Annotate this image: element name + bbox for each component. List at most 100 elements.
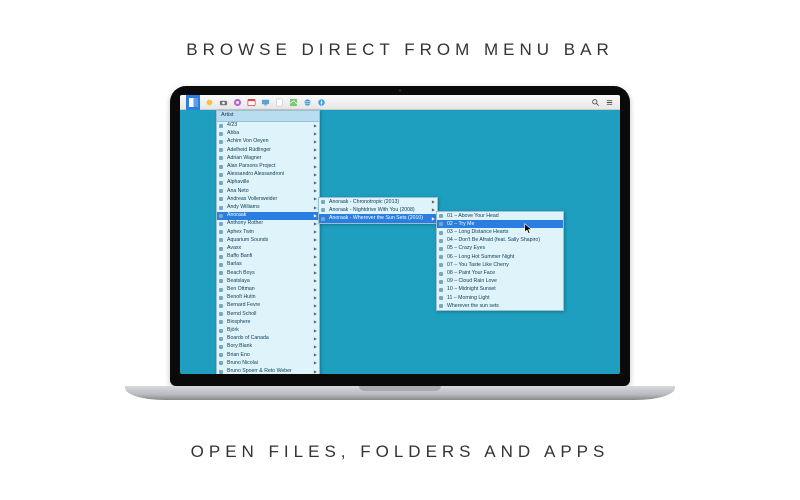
item-label: Biosphere — [227, 320, 250, 325]
folder-icon — [439, 280, 443, 284]
col1-item[interactable]: Avaxx▶ — [217, 245, 319, 253]
item-label: Barlas — [227, 262, 242, 267]
col1-item[interactable]: Aquarium Sounds▶ — [217, 236, 319, 244]
search-icon[interactable] — [590, 97, 600, 107]
col1-item[interactable]: Andreas Vollenweider▶ — [217, 195, 319, 203]
col1-item[interactable]: Alphaville▶ — [217, 179, 319, 187]
chevron-right-icon: ▶ — [432, 208, 435, 212]
col3-item[interactable]: 06 – Long Hot Summer Night — [437, 253, 563, 261]
col3-item[interactable]: 07 – You Taste Like Cherry — [437, 261, 563, 269]
folder-icon — [219, 361, 223, 365]
col1-item[interactable]: Ben Ottman▶ — [217, 286, 319, 294]
col1-item[interactable]: Achim Von Oeyen▶ — [217, 138, 319, 146]
col1-item[interactable]: Benoît Hutin▶ — [217, 294, 319, 302]
col1-item[interactable]: Baffo Banfi▶ — [217, 253, 319, 261]
notes-icon[interactable] — [274, 97, 284, 107]
col1-item[interactable]: Barlas▶ — [217, 261, 319, 269]
folder-icon — [219, 320, 223, 324]
col1-item[interactable]: Alessandro Alessandroni ▶ — [217, 171, 319, 179]
col1-item[interactable]: Aphex Twin▶ — [217, 228, 319, 236]
item-label: 07 – You Taste Like Cherry — [447, 263, 509, 268]
col2-item[interactable]: Anoraak - Nightdrive With You (2008)▶ — [319, 206, 437, 214]
folder-icon — [219, 238, 223, 242]
chevron-right-icon: ▶ — [314, 132, 317, 136]
item-label: Anoraak - Wherever the Sun Sets (2010) — [329, 216, 423, 221]
chevron-right-icon: ▶ — [314, 271, 317, 275]
camera-icon[interactable] — [218, 97, 228, 107]
col1-item[interactable]: Bory Blank▶ — [217, 343, 319, 351]
safari-icon[interactable] — [316, 97, 326, 107]
col1-item[interactable]: Andy Williams▶ — [217, 204, 319, 212]
calendar-icon[interactable] — [246, 97, 256, 107]
item-label: Alphaville — [227, 180, 249, 185]
col3-item[interactable]: 05 – Crazy Eyes — [437, 245, 563, 253]
col1-item[interactable]: Boards of Canada▶ — [217, 335, 319, 343]
folder-icon — [219, 353, 223, 357]
weather-icon[interactable] — [204, 97, 214, 107]
col1-item[interactable]: Beatslaya▶ — [217, 277, 319, 285]
chevron-right-icon: ▶ — [314, 173, 317, 177]
chevron-right-icon: ▶ — [314, 165, 317, 169]
column-album: Anoraak - Chronotropic (2013)▶Anoraak - … — [318, 197, 438, 224]
item-label: 01 – Above Your Head — [447, 214, 499, 219]
col1-item[interactable]: Adrian Wagner ▶ — [217, 154, 319, 162]
col1-item[interactable]: Abba ▶ — [217, 130, 319, 138]
chevron-right-icon: ▶ — [314, 140, 317, 144]
col1-item[interactable]: Bernard Fevre▶ — [217, 302, 319, 310]
folder-icon — [219, 279, 223, 283]
col1-item[interactable]: Anthony Rother▶ — [217, 220, 319, 228]
col1-item[interactable]: Bruno Nicolai▶ — [217, 359, 319, 367]
chevron-right-icon: ▶ — [314, 304, 317, 308]
col3-item[interactable]: 09 – Cloud Rain Love — [437, 278, 563, 286]
item-label: Alessandro Alessandroni — [227, 172, 284, 177]
folder-icon — [219, 189, 223, 193]
folder-icon — [219, 370, 223, 374]
chevron-right-icon: ▶ — [314, 156, 317, 160]
maps-icon[interactable] — [288, 97, 298, 107]
item-label: 09 – Cloud Rain Love — [447, 279, 497, 284]
col1-item[interactable]: Adelheid Rüdlinger▶ — [217, 146, 319, 154]
col1-item[interactable]: Brian Eno▶ — [217, 351, 319, 359]
col1-item[interactable]: Bernd Scholl▶ — [217, 310, 319, 318]
chevron-right-icon: ▶ — [314, 214, 317, 218]
col1-item[interactable]: Anoraak▶ — [217, 212, 319, 220]
col3-item[interactable]: 04 – Don't Be Afraid (feat. Sally Shapir… — [437, 237, 563, 245]
col1-item[interactable]: Björk▶ — [217, 327, 319, 335]
col3-item[interactable]: 01 – Above Your Head — [437, 212, 563, 220]
col1-item[interactable]: 4/23▶ — [217, 122, 319, 130]
col1-item[interactable]: Ana Neto▶ — [217, 187, 319, 195]
folder-icon — [439, 222, 443, 226]
itunes-icon[interactable] — [232, 97, 242, 107]
chevron-right-icon: ▶ — [314, 288, 317, 292]
folder-icon — [439, 263, 443, 267]
column-header: Artist — [217, 111, 319, 122]
globe-icon[interactable] — [302, 97, 312, 107]
col3-item[interactable]: 08 – Paint Your Face — [437, 269, 563, 277]
chevron-right-icon: ▶ — [314, 337, 317, 341]
chevron-right-icon: ▶ — [432, 217, 435, 221]
col2-item[interactable]: Anoraak - Wherever the Sun Sets (2010) ▶ — [319, 214, 437, 222]
laptop-bezel: Artist 4/23▶Abba▶Achim Von Oeyen▶Adelhei… — [170, 86, 630, 386]
col3-item[interactable]: 02 – Try Me — [437, 220, 563, 228]
item-label: Abba — [227, 131, 239, 136]
item-label: Beatslaya — [227, 279, 250, 284]
col1-item[interactable]: Biosphere▶ — [217, 318, 319, 326]
col1-item[interactable]: Alan Parsons Project▶ — [217, 163, 319, 171]
list-icon[interactable] — [604, 97, 614, 107]
item-label: 10 – Midnight Sunset — [447, 287, 496, 292]
item-label: Anthony Rother — [227, 221, 263, 226]
col1-item[interactable]: Beach Boys▶ — [217, 269, 319, 277]
monitor-icon[interactable] — [260, 97, 270, 107]
col3-item[interactable]: 11 – Morning Light — [437, 294, 563, 302]
chevron-right-icon: ▶ — [314, 353, 317, 357]
folder-icon — [439, 304, 443, 308]
col3-item[interactable]: 10 – Midnight Sunset — [437, 286, 563, 294]
item-label: Adrian Wagner — [227, 156, 261, 161]
col3-item[interactable]: Wherever the sun sets — [437, 302, 563, 310]
col1-item[interactable]: Bruno Spoerr & Reto Weber▶ — [217, 368, 319, 374]
col3-item[interactable]: 03 – Long Distance Hearts — [437, 228, 563, 236]
finder-icon[interactable] — [186, 95, 200, 110]
folder-icon — [219, 230, 223, 234]
chevron-right-icon: ▶ — [314, 345, 317, 349]
col2-item[interactable]: Anoraak - Chronotropic (2013)▶ — [319, 198, 437, 206]
